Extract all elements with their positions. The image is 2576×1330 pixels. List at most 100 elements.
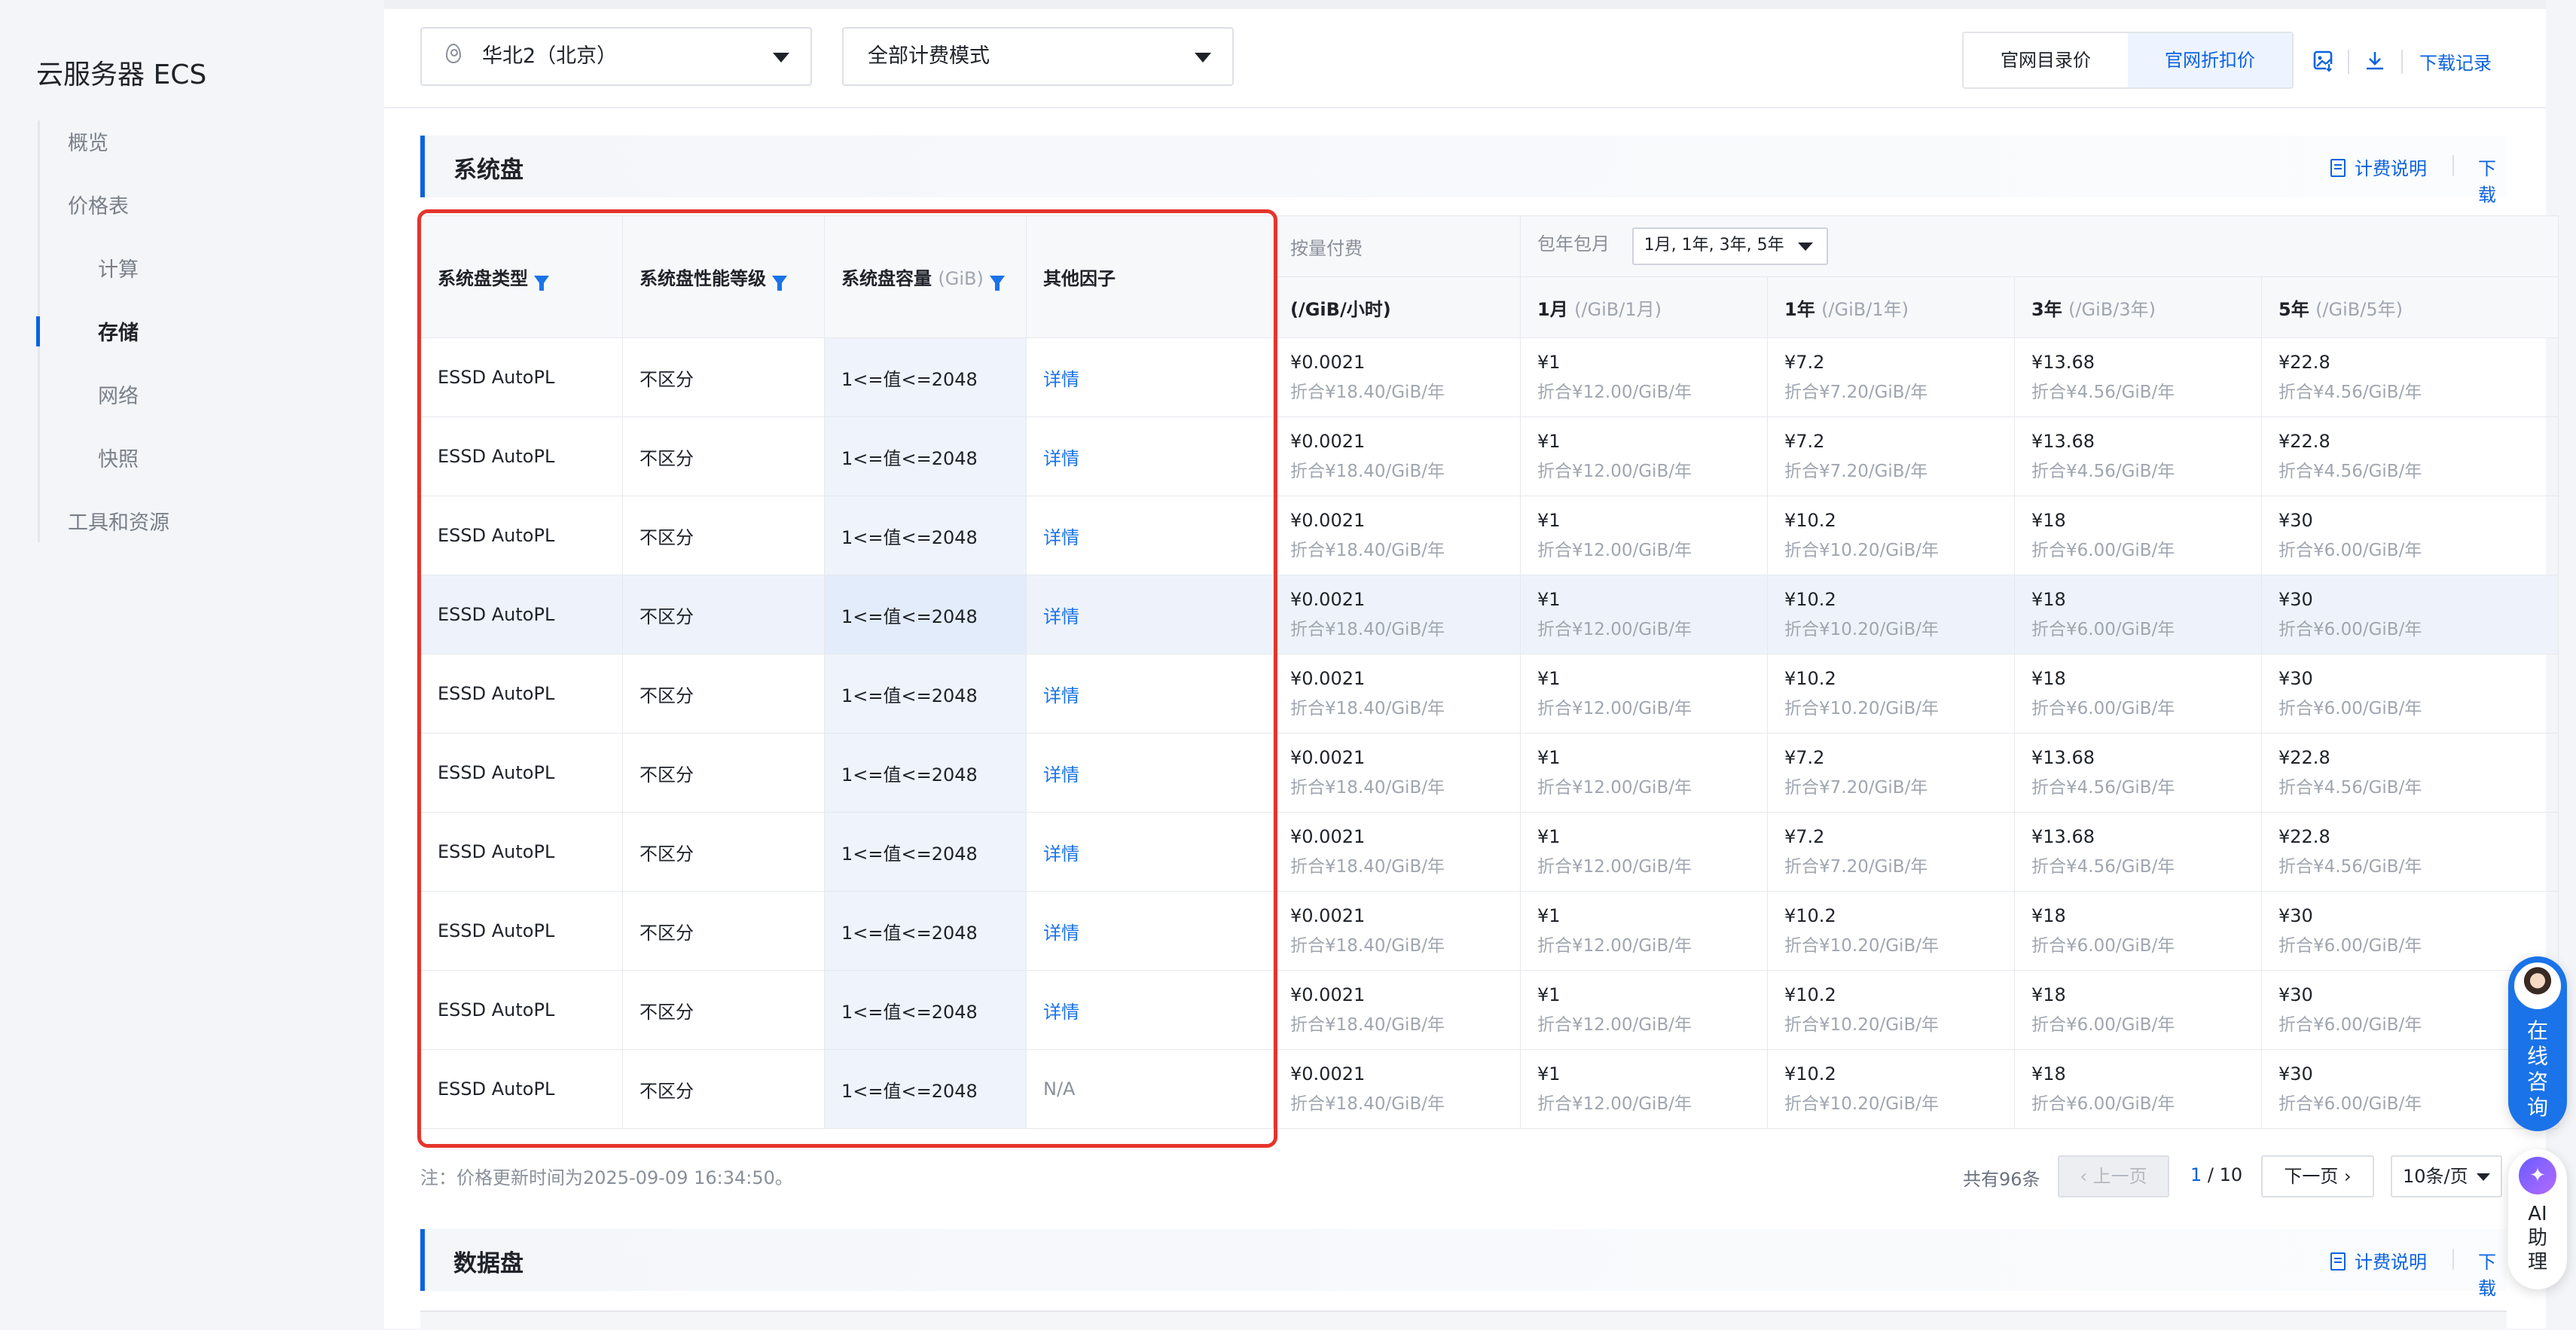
details-link[interactable]: 详情 (1043, 843, 1079, 865)
sidebar-item-overview[interactable]: 概览 (68, 127, 108, 156)
price-value: ¥1 (1537, 984, 1561, 1005)
price-value: ¥13.68 (2031, 826, 2095, 847)
price-value: ¥1 (1537, 747, 1561, 768)
col-subscription: 包年包月 1月, 1年, 3年, 5年 (1519, 215, 2559, 277)
price-annualized: 折合¥7.20/GiB/年 (1784, 383, 1928, 402)
details-link[interactable]: 详情 (1043, 606, 1079, 627)
price-annualized: 折合¥12.00/GiB/年 (1537, 778, 1692, 798)
cell-price-hourly: ¥0.0021 折合¥18.40/GiB/年 (1273, 891, 1521, 971)
price-value: ¥0.0021 (1290, 352, 1366, 373)
toggle-list-price[interactable]: 官网目录价 (1964, 33, 2128, 87)
price-value: ¥10.2 (1784, 510, 1836, 531)
cell-price-y3: ¥13.68 折合¥4.56/GiB/年 (2014, 733, 2262, 813)
cell-disk-type: ESSD AutoPL (420, 970, 623, 1050)
sidebar-item-pricing[interactable]: 价格表 (68, 190, 129, 219)
sidebar-item-tools[interactable]: 工具和资源 (68, 506, 169, 535)
cell-perf-level: 不区分 (622, 733, 825, 813)
cell-price-m1: ¥1 折合¥12.00/GiB/年 (1520, 812, 1768, 892)
section-download-link[interactable]: 下载 (2478, 154, 2507, 206)
ai-assistant-button[interactable]: ✦ AI 助理 (2508, 1149, 2567, 1289)
region-select[interactable]: 华北2（北京） (420, 27, 812, 86)
price-annualized: 折合¥10.20/GiB/年 (1784, 620, 1939, 639)
details-link[interactable]: 详情 (1043, 764, 1079, 785)
cell-disk-type: ESSD AutoPL (420, 654, 623, 734)
price-value: ¥10.2 (1784, 1063, 1836, 1084)
cell-price-m1: ¥1 折合¥12.00/GiB/年 (1520, 1049, 1768, 1129)
cell-price-hourly: ¥0.0021 折合¥18.40/GiB/年 (1273, 1049, 1521, 1129)
col-hourly: (/GiB/小时) (1273, 276, 1521, 338)
price-value: ¥1 (1537, 668, 1561, 689)
price-annualized: 折合¥4.56/GiB/年 (2278, 383, 2422, 402)
section-title: 系统盘 (453, 157, 523, 184)
filter-icon[interactable] (772, 276, 787, 291)
table-row: ESSD AutoPL 不区分 1<=值<=2048 详情 ¥0.0021 折合¥18.4… (420, 496, 2559, 575)
download-icon[interactable] (2364, 50, 2386, 72)
price-annualized: 折合¥6.00/GiB/年 (2031, 936, 2175, 956)
cell-price-y3: ¥18 折合¥6.00/GiB/年 (2014, 970, 2262, 1050)
price-value: ¥30 (2278, 984, 2313, 1005)
cell-capacity: 1<=值<=2048 (824, 654, 1027, 734)
price-value: ¥0.0021 (1290, 984, 1366, 1005)
sidebar-item-snapshot[interactable]: 快照 (98, 443, 139, 472)
price-value: ¥10.2 (1784, 668, 1836, 689)
price-value: ¥10.2 (1784, 589, 1836, 610)
price-annualized: 折合¥12.00/GiB/年 (1537, 1015, 1692, 1035)
col-disk-type[interactable]: 系统盘类型 (420, 215, 623, 338)
sidebar: 云服务器 ECS 概览 价格表 计算 存储 网络 快照 工具和资源 (0, 0, 384, 1328)
section-download-link[interactable]: 下载 (2478, 1247, 2507, 1300)
filter-icon[interactable] (989, 276, 1005, 291)
cell-price-hourly: ¥0.0021 折合¥18.40/GiB/年 (1273, 575, 1521, 654)
col-perf-level[interactable]: 系统盘性能等级 (622, 215, 825, 338)
price-annualized: 折合¥12.00/GiB/年 (1537, 699, 1692, 718)
subscription-cycle-select[interactable]: 1月, 1年, 3年, 5年 (1631, 227, 1828, 265)
cell-capacity: 1<=值<=2048 (824, 891, 1027, 971)
table-row: ESSD AutoPL 不区分 1<=值<=2048 详情 ¥0.0021 折合¥18.4… (420, 891, 2559, 971)
toggle-discount-price[interactable]: 官网折扣价 (2128, 33, 2292, 87)
details-link[interactable]: 详情 (1043, 448, 1079, 469)
price-annualized: 折合¥12.00/GiB/年 (1537, 462, 1692, 481)
details-link[interactable]: 详情 (1043, 1002, 1079, 1023)
cell-price-y5: ¥22.8 折合¥4.56/GiB/年 (2260, 337, 2559, 417)
price-value: ¥0.0021 (1290, 510, 1366, 531)
price-annualized: 折合¥18.40/GiB/年 (1290, 383, 1445, 402)
ai-sparkle-icon: ✦ (2519, 1157, 2556, 1194)
price-annualized: 折合¥6.00/GiB/年 (2278, 541, 2422, 560)
prev-page-button[interactable]: ‹ 上一页 (2058, 1155, 2169, 1197)
sidebar-item-network[interactable]: 网络 (98, 380, 139, 409)
price-value: ¥1 (1537, 431, 1561, 452)
price-annualized: 折合¥4.56/GiB/年 (2031, 383, 2175, 402)
cell-disk-type: ESSD AutoPL (420, 496, 623, 575)
cell-price-y1: ¥10.2 折合¥10.20/GiB/年 (1767, 575, 2015, 654)
page-size-select[interactable]: 10条/页 (2391, 1155, 2502, 1197)
price-annualized: 折合¥10.20/GiB/年 (1784, 936, 1939, 956)
section-header-data-disk: 数据盘 计费说明 下载 (420, 1229, 2507, 1299)
price-annualized: 折合¥10.20/GiB/年 (1784, 699, 1939, 718)
price-value: ¥0.0021 (1290, 589, 1366, 610)
pagination-total: 共有96条 (1963, 1169, 2040, 1190)
price-annualized: 折合¥18.40/GiB/年 (1290, 1015, 1445, 1035)
sidebar-item-storage[interactable]: 存储 (98, 316, 139, 346)
cell-price-y3: ¥18 折合¥6.00/GiB/年 (2014, 575, 2262, 654)
col-capacity[interactable]: 系统盘容量 (GiB) (824, 215, 1027, 338)
details-link[interactable]: 详情 (1043, 685, 1079, 706)
cell-other-factors: 详情 (1026, 337, 1274, 417)
filter-icon[interactable] (534, 276, 549, 291)
details-link[interactable]: 详情 (1043, 923, 1079, 944)
online-consult-button[interactable]: 在线咨询 (2508, 956, 2567, 1131)
price-value: ¥18 (2031, 905, 2066, 926)
sidebar-item-compute[interactable]: 计算 (98, 253, 139, 282)
price-annualized: 折合¥10.20/GiB/年 (1784, 541, 1939, 560)
chevron-down-icon (773, 53, 789, 63)
details-link[interactable]: 详情 (1043, 369, 1079, 390)
export-image-icon[interactable] (2312, 50, 2335, 72)
price-annualized: 折合¥18.40/GiB/年 (1290, 1094, 1445, 1114)
download-records-link[interactable]: 下载记录 (2419, 48, 2492, 75)
billing-mode-select[interactable]: 全部计费模式 (842, 27, 1234, 86)
details-link[interactable]: 详情 (1043, 527, 1079, 548)
billing-doc-link[interactable]: 计费说明 (2330, 1247, 2427, 1274)
cell-perf-level: 不区分 (622, 575, 825, 654)
next-page-button[interactable]: 下一页 › (2261, 1155, 2374, 1197)
cell-price-hourly: ¥0.0021 折合¥18.40/GiB/年 (1273, 812, 1521, 892)
data-disk-table-top (420, 1310, 2507, 1330)
billing-doc-link[interactable]: 计费说明 (2330, 154, 2427, 180)
